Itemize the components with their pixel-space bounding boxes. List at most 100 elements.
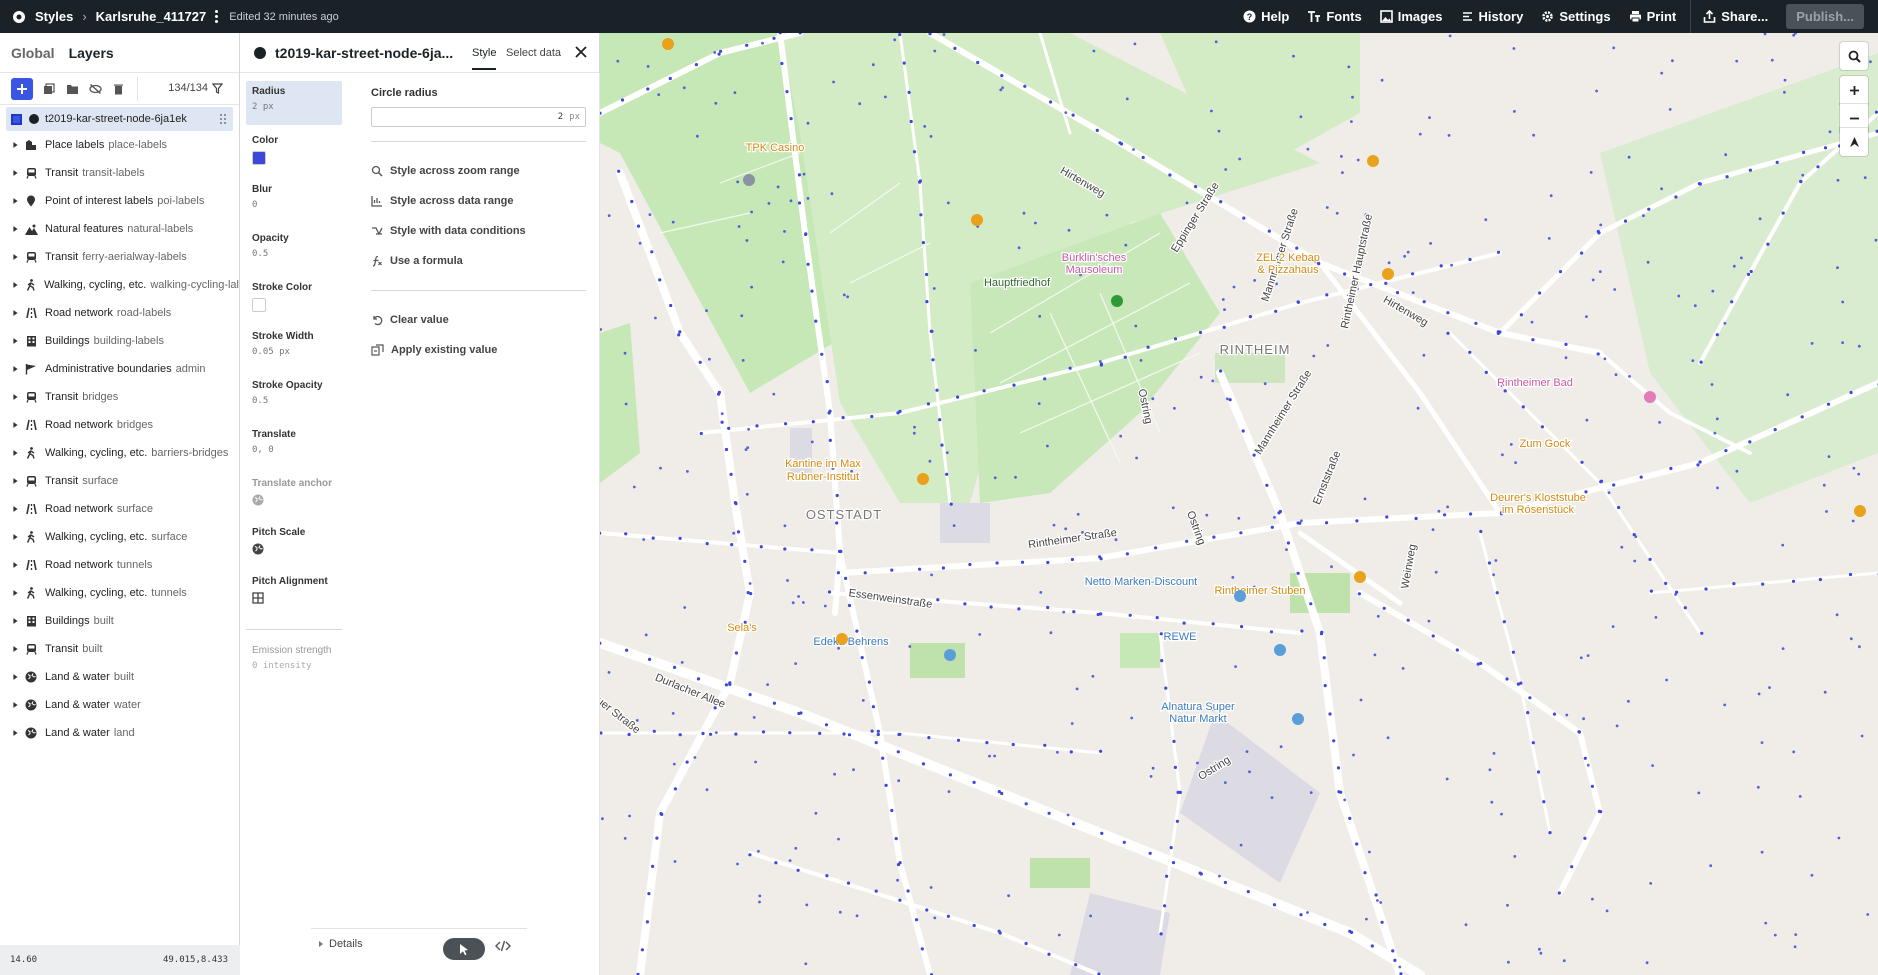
layer-item[interactable]: Transit bridges	[0, 383, 239, 411]
group-layers-button[interactable]	[62, 79, 82, 99]
map-canvas[interactable]: MTV GaststätteKlosterwegGroßherzoglicheG…	[600, 33, 1878, 975]
style-zoom-range-option[interactable]: Style across zoom range	[371, 156, 586, 186]
expand-caret-icon[interactable]	[0, 617, 18, 625]
compass-button[interactable]	[1840, 128, 1868, 156]
styles-link[interactable]: Styles	[35, 9, 73, 24]
expand-caret-icon[interactable]	[0, 505, 18, 513]
code-icon[interactable]	[495, 940, 511, 952]
layer-item[interactable]: Walking, cycling, etc. surface	[0, 523, 239, 551]
hide-layer-button[interactable]	[85, 79, 105, 99]
layer-item[interactable]: Buildings building-labels	[0, 327, 239, 355]
apply-existing-value-option[interactable]: Apply existing value	[371, 335, 586, 365]
expand-caret-icon[interactable]	[0, 421, 18, 429]
prop-blur[interactable]: Blur 0	[246, 179, 342, 223]
duplicate-layer-button[interactable]	[39, 79, 59, 99]
history-button[interactable]: History	[1461, 9, 1523, 24]
prop-stroke-width[interactable]: Stroke Width 0.05 px	[246, 326, 342, 370]
tab-global[interactable]: Global	[11, 45, 55, 61]
prop-translate-anchor[interactable]: Translate anchor	[246, 473, 342, 517]
use-formula-option[interactable]: Use a formula	[371, 246, 586, 276]
prop-pitch-alignment[interactable]: Pitch Alignment	[246, 571, 342, 615]
tab-select-data[interactable]: Select data	[506, 47, 561, 59]
layer-item[interactable]: Land & water built	[0, 663, 239, 691]
zoom-in-button[interactable]	[1840, 76, 1868, 104]
prop-radius[interactable]: Radius 2 px	[246, 81, 342, 125]
studio-logo-icon[interactable]	[12, 10, 26, 24]
clear-value-option[interactable]: Clear value	[371, 305, 586, 335]
prop-stroke-opacity[interactable]: Stroke Opacity 0.5	[246, 375, 342, 419]
prop-pitch-scale[interactable]: Pitch Scale	[246, 522, 342, 566]
layer-item[interactable]: Buildings built	[0, 607, 239, 635]
delete-layer-button[interactable]	[108, 79, 128, 99]
grid-icon[interactable]	[252, 592, 336, 607]
share-button[interactable]: Share...	[1703, 9, 1768, 24]
layer-item[interactable]: Road network bridges	[0, 411, 239, 439]
color-swatch[interactable]	[252, 298, 266, 312]
expand-caret-icon[interactable]	[0, 197, 18, 205]
style-data-range-option[interactable]: Style across data range	[371, 186, 586, 216]
expand-caret-icon[interactable]	[0, 393, 18, 401]
expand-caret-icon[interactable]	[0, 589, 18, 597]
more-options-icon[interactable]	[215, 8, 219, 25]
expand-caret-icon[interactable]	[0, 673, 18, 681]
expand-caret-icon[interactable]	[0, 449, 18, 457]
prop-translate[interactable]: Translate 0, 0	[246, 424, 342, 468]
prop-opacity[interactable]: Opacity 0.5	[246, 228, 342, 272]
layer-item[interactable]: Land & water land	[0, 719, 239, 747]
add-layer-button[interactable]	[11, 77, 33, 100]
layer-item[interactable]: Transit built	[0, 635, 239, 663]
layer-item[interactable]: Road network road-labels	[0, 299, 239, 327]
expand-caret-icon[interactable]	[0, 337, 18, 345]
map-search-button[interactable]	[1840, 42, 1868, 70]
layer-item[interactable]: Walking, cycling, etc. tunnels	[0, 579, 239, 607]
prop-emission-strength[interactable]: Emission strength 0 intensity	[252, 645, 342, 671]
drag-handle-icon[interactable]	[219, 113, 227, 125]
select-feature-button[interactable]	[443, 938, 485, 960]
layer-item[interactable]: Transit surface	[0, 467, 239, 495]
layer-item[interactable]: Walking, cycling, etc. walking-cycling-la…	[0, 271, 239, 299]
layer-item[interactable]: Road network tunnels	[0, 551, 239, 579]
tab-layers[interactable]: Layers	[69, 45, 114, 61]
expand-caret-icon[interactable]	[0, 533, 18, 541]
details-toggle[interactable]: Details	[317, 938, 363, 950]
images-button[interactable]: Images	[1379, 9, 1443, 24]
prop-stroke-color[interactable]: Stroke Color	[246, 277, 342, 321]
style-data-conditions-option[interactable]: Style with data conditions	[371, 216, 586, 246]
layer-item[interactable]: Place labels place-labels	[0, 131, 239, 159]
color-swatch[interactable]	[252, 151, 266, 165]
layer-item[interactable]: Administrative boundaries admin	[0, 355, 239, 383]
expand-caret-icon[interactable]	[0, 729, 18, 737]
expand-caret-icon[interactable]	[0, 365, 18, 373]
layer-item[interactable]: Walking, cycling, etc. barriers-bridges	[0, 439, 239, 467]
layer-checkbox[interactable]	[11, 113, 22, 125]
expand-caret-icon[interactable]	[0, 141, 18, 149]
close-icon[interactable]	[575, 46, 587, 58]
filter-icon[interactable]	[212, 82, 223, 94]
expand-caret-icon[interactable]	[0, 309, 18, 317]
settings-button[interactable]: Settings	[1541, 9, 1611, 24]
globe-icon[interactable]	[252, 494, 336, 509]
prop-color[interactable]: Color	[246, 130, 342, 174]
expand-caret-icon[interactable]	[0, 477, 18, 485]
layer-item[interactable]: Road network surface	[0, 495, 239, 523]
circle-radius-input[interactable]: 2 px	[371, 107, 586, 127]
print-button[interactable]: Print	[1629, 9, 1676, 24]
layer-item-selected[interactable]: t2019-kar-street-node-6ja1ek	[6, 107, 233, 131]
fonts-button[interactable]: Fonts	[1307, 9, 1362, 24]
layer-item[interactable]: Natural features natural-labels	[0, 215, 239, 243]
publish-button[interactable]: Publish...	[1786, 4, 1864, 29]
expand-caret-icon[interactable]	[0, 701, 18, 709]
expand-caret-icon[interactable]	[0, 169, 18, 177]
layer-item[interactable]: Transit transit-labels	[0, 159, 239, 187]
expand-caret-icon[interactable]	[0, 561, 18, 569]
expand-caret-icon[interactable]	[0, 253, 18, 261]
globe-icon[interactable]	[252, 543, 336, 558]
help-button[interactable]: ? Help	[1243, 9, 1289, 24]
expand-caret-icon[interactable]	[0, 225, 18, 233]
layer-item[interactable]: Transit ferry-aerialway-labels	[0, 243, 239, 271]
layer-item[interactable]: Point of interest labels poi-labels	[0, 187, 239, 215]
expand-caret-icon[interactable]	[0, 645, 18, 653]
style-name[interactable]: Karlsruhe_411727	[96, 9, 207, 24]
layer-item[interactable]: Land & water water	[0, 691, 239, 719]
tab-style[interactable]: Style	[472, 47, 497, 70]
